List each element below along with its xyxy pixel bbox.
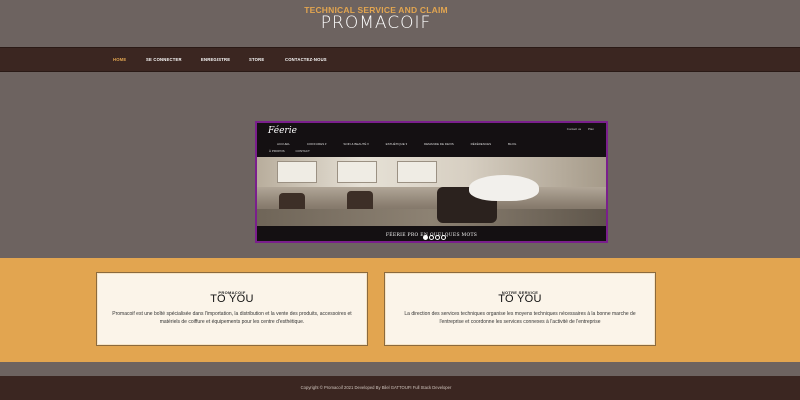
slide-menu-item: COIFFURES ▾ <box>306 142 327 146</box>
slide-menu-item: ACCUEIL <box>277 142 291 146</box>
slide-menu-item: DEMANDE DE DEVIS <box>423 142 454 146</box>
slide-top-links: Contact us Plan <box>561 127 594 131</box>
feature-card-service: NOTRE SERVICE TO YOU La direction des se… <box>384 272 656 346</box>
salon-mirror <box>277 161 317 183</box>
nav-item-enregistre[interactable]: ENREGISTRE <box>201 57 230 62</box>
card-title: TO YOU <box>498 293 542 305</box>
slide-menu-item: CONTACT <box>295 149 310 153</box>
card-body: La direction des services techniques org… <box>404 311 636 325</box>
slide-menu-item: SOIN & BEAUTÉ ▾ <box>343 142 369 146</box>
main-navigation: HOME SE CONNECTER ENREGISTRE STORE CONTA… <box>0 47 800 72</box>
salon-mirror <box>397 161 437 183</box>
salon-photo <box>257 157 606 226</box>
card-body: Promacoif est une boîté spécialisée dans… <box>112 311 352 325</box>
slide-menu-row: ACCUEIL COIFFURES ▾ SOIN & BEAUTÉ ▾ ESTH… <box>277 142 532 146</box>
slide-toplink: Plan <box>587 127 594 131</box>
salon-mirror <box>337 161 377 183</box>
card-title: TO YOU <box>210 293 254 305</box>
slide-menu-item: À PROPOS <box>269 149 285 153</box>
feature-card-promacoif: PROMACOIF TO YOU Promacoif est une boîté… <box>96 272 368 346</box>
wash-basin <box>469 175 539 201</box>
nav-item-store[interactable]: STORE <box>249 57 264 62</box>
slide-menu-item: ESTHÉTIQUE ▾ <box>385 142 408 146</box>
site-footer: Copyright © Promacoif 2021 Developed By … <box>0 376 800 400</box>
slide-toplink: Contact us <box>566 127 582 131</box>
slide-menu-row: À PROPOS CONTACT <box>269 149 320 153</box>
site-header: TECHNICAL SERVICE AND CLAIM PROMACOIF <box>0 0 800 47</box>
nav-item-home[interactable]: HOME <box>113 57 126 62</box>
nav-item-se-connecter[interactable]: SE CONNECTER <box>146 57 182 62</box>
site-brand-title[interactable]: PROMACOIF <box>0 13 752 33</box>
nav-item-contact[interactable]: CONTACTEZ-NOUS <box>285 57 327 62</box>
slide-caption: FÉERIE PRO EN QUELQUES MOTS <box>385 233 478 238</box>
slide-menu-item: BLOG <box>508 142 517 146</box>
slide-logo: Féerie <box>268 126 297 136</box>
footer-copyright: Copyright © Promacoif 2021 Developed By … <box>300 385 452 390</box>
hero-slider[interactable]: Féerie Contact us Plan ACCUEIL COIFFURES… <box>255 121 608 243</box>
slide-menu-item: RÉFÉRENCES <box>470 142 492 146</box>
